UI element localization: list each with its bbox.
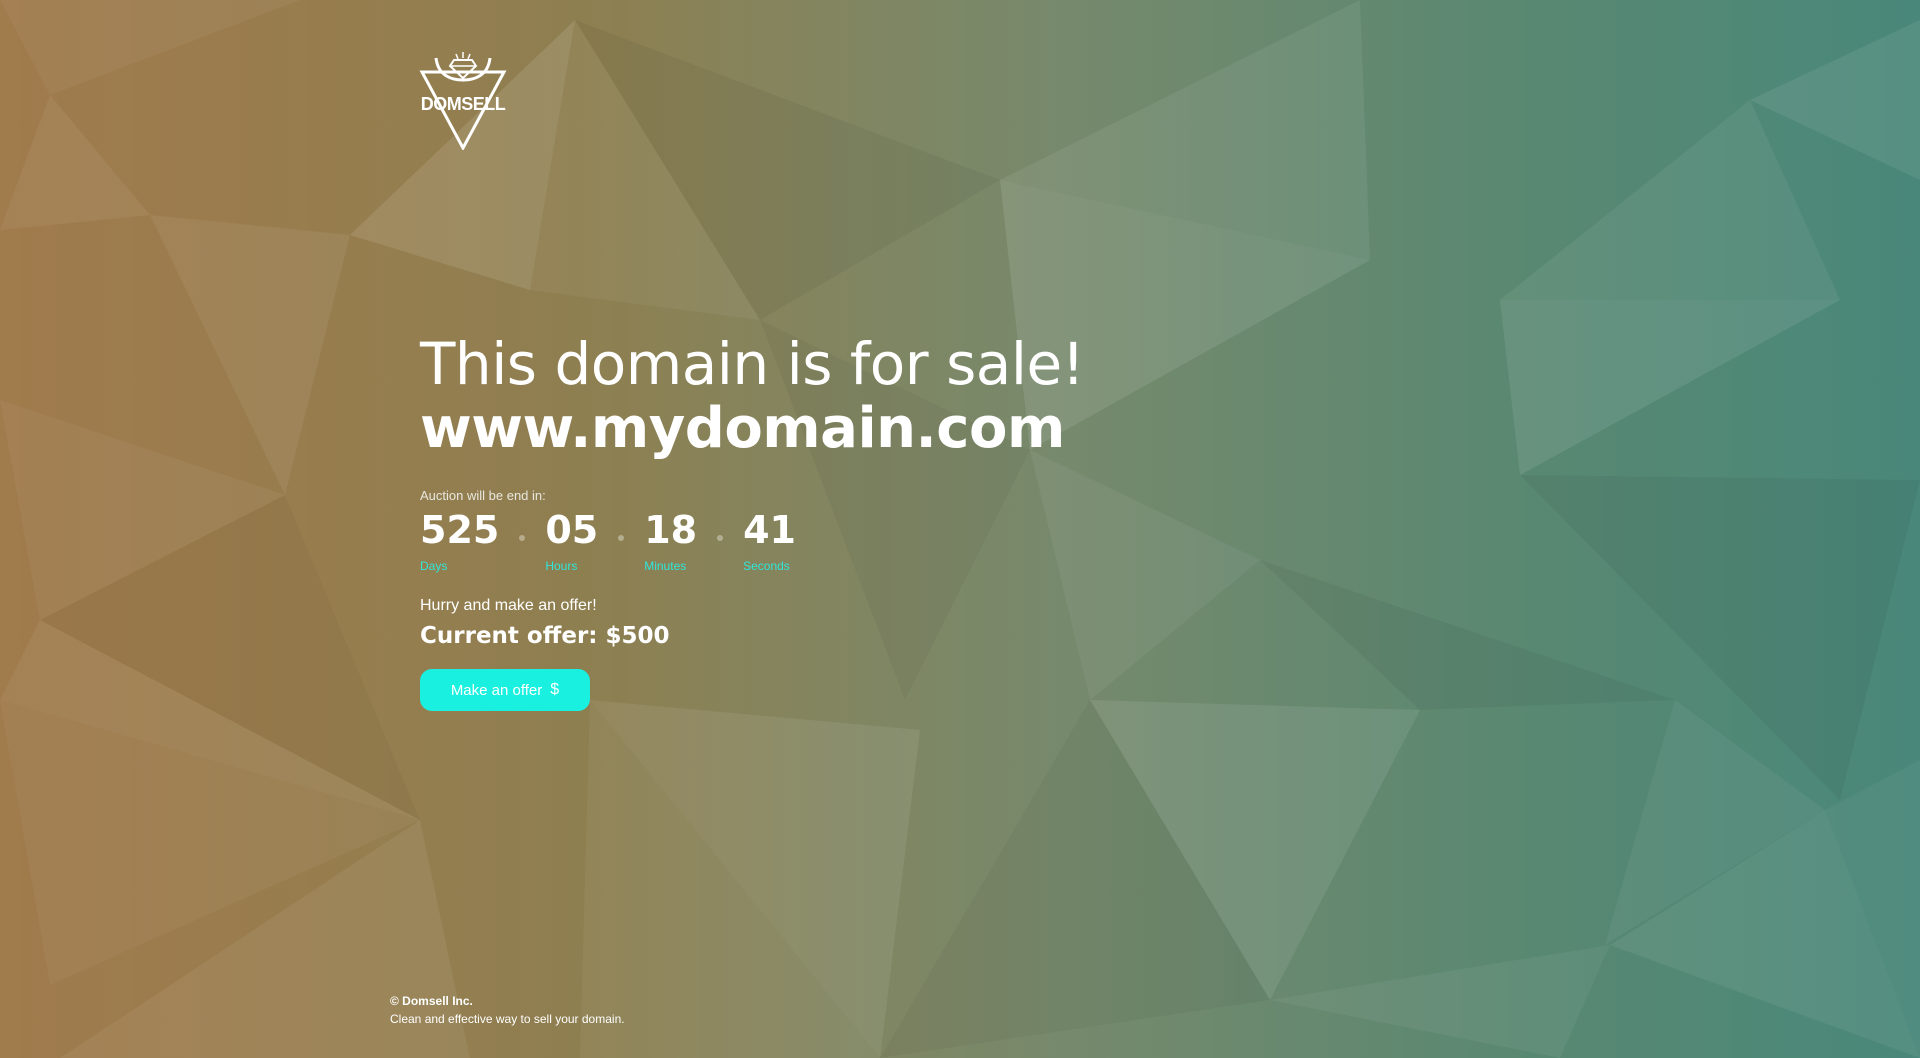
countdown-seconds-label: Seconds (743, 559, 790, 573)
countdown-separator (618, 535, 625, 541)
countdown-hours: 05 Hours (545, 507, 598, 573)
hurry-text: Hurry and make an offer! (420, 597, 597, 614)
countdown-days-label: Days (420, 559, 448, 573)
brand-logo[interactable]: DOMSELL (418, 50, 508, 150)
footer-copyright: © Domsell Inc. (390, 994, 473, 1008)
make-offer-button-label: Make an offer (450, 681, 543, 699)
auction-label: Auction will be end in: (420, 488, 546, 503)
current-offer: Current offer: $500 (420, 623, 670, 649)
countdown-seconds: 41 Seconds (743, 507, 796, 573)
countdown-hours-value: 05 (545, 508, 599, 552)
footer: © Domsell Inc. Clean and effective way t… (390, 992, 625, 1028)
countdown-days: 525 Days (420, 507, 499, 573)
dollar-icon: $ (550, 681, 560, 698)
countdown-hours-label: Hours (545, 559, 578, 573)
countdown-minutes: 18 Minutes (644, 507, 697, 573)
countdown-minutes-value: 18 (644, 508, 698, 552)
countdown-seconds-value: 41 (743, 508, 796, 552)
brand-name: DOMSELL (420, 94, 506, 114)
countdown-days-value: 525 (420, 508, 500, 552)
main-content: This domain is for sale! www.mydomain.co… (420, 330, 1420, 711)
footer-tagline: Clean and effective way to sell your dom… (390, 1012, 625, 1026)
page-title: This domain is for sale! (420, 330, 1085, 398)
countdown-separator (717, 535, 724, 541)
countdown-separator (519, 535, 526, 541)
make-offer-button[interactable]: Make an offer $ (420, 669, 590, 711)
countdown-timer: 525 Days 05 Hours 18 Minutes 41 Seconds (420, 507, 1420, 573)
domain-name: www.mydomain.com (420, 396, 1065, 461)
countdown-minutes-label: Minutes (644, 559, 687, 573)
